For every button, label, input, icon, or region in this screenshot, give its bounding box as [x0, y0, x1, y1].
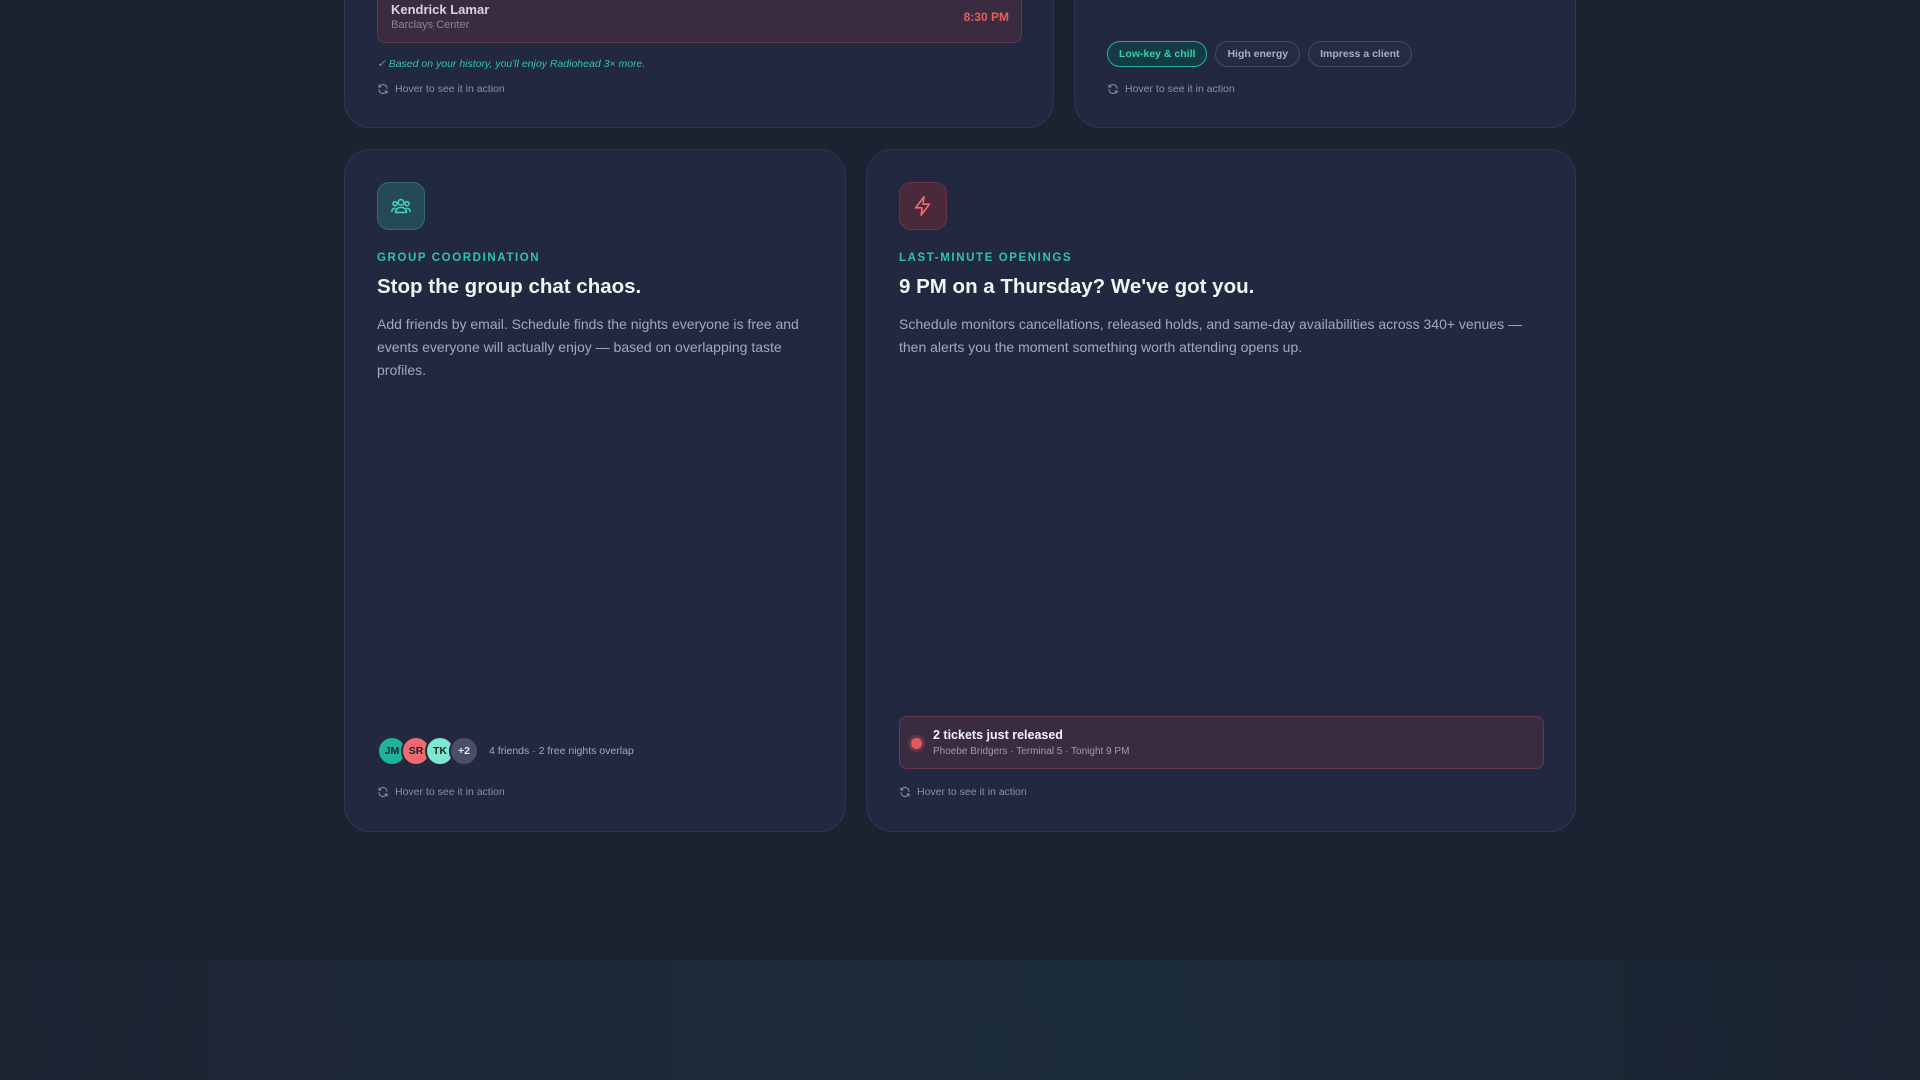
taste-card: Kendrick Lamar Barclays Center 8:30 PM ✓…: [344, 0, 1054, 128]
bottom-band: [0, 960, 1920, 1080]
lightning-icon-box: [899, 182, 947, 230]
card-kicker: GROUP COORDINATION: [377, 252, 541, 264]
lightning-icon: [914, 196, 931, 216]
event-name: Kendrick Lamar: [391, 2, 490, 17]
friend-avatars: JM SR TK +2 4 friends · 2 free nights ov…: [377, 736, 634, 766]
card-body: Schedule monitors cancellations, release…: [899, 313, 1522, 359]
recommendation-note: ✓ Based on your history, you'll enjoy Ra…: [377, 58, 646, 70]
refresh-icon: [900, 787, 910, 797]
group-icon-box: [377, 182, 425, 230]
hover-hint: Hover to see it in action: [377, 83, 505, 95]
ticket-alert[interactable]: 2 tickets just released Phoebe Bridgers …: [899, 716, 1544, 769]
mood-chip-row: Low-key & chill High energy Impress a cl…: [1107, 41, 1412, 67]
alert-subtitle: Phoebe Bridgers · Terminal 5 · Tonight 9…: [933, 746, 1130, 757]
card-headline: 9 PM on a Thursday? We've got you.: [899, 275, 1255, 298]
card-kicker: LAST-MINUTE OPENINGS: [899, 252, 1073, 264]
card-body-line: Add friends by email. Schedule finds the…: [377, 316, 799, 332]
overlap-summary: 4 friends · 2 free nights overlap: [489, 745, 634, 757]
chip-low-key[interactable]: Low-key & chill: [1107, 41, 1208, 67]
mood-card: Low-key & chill High energy Impress a cl…: [1074, 0, 1576, 128]
more-friends-avatar[interactable]: +2: [449, 736, 479, 766]
hover-hint: Hover to see it in action: [1107, 83, 1235, 95]
hover-hint: Hover to see it in action: [899, 786, 1027, 798]
group-coordination-card: GROUP COORDINATION Stop the group chat c…: [344, 149, 846, 832]
card-body-line: profiles.: [377, 362, 427, 378]
hover-hint-label: Hover to see it in action: [917, 786, 1027, 798]
chip-impress-client[interactable]: Impress a client: [1308, 41, 1412, 67]
hover-hint: Hover to see it in action: [377, 786, 505, 798]
refresh-icon: [378, 84, 388, 94]
chip-high-energy[interactable]: High energy: [1215, 41, 1301, 67]
page: Kendrick Lamar Barclays Center 8:30 PM ✓…: [0, 0, 1920, 1080]
event-time: 8:30 PM: [963, 10, 1009, 24]
alert-title: 2 tickets just released: [933, 728, 1063, 742]
refresh-icon: [1108, 84, 1118, 94]
hover-hint-label: Hover to see it in action: [395, 83, 505, 95]
event-row[interactable]: Kendrick Lamar Barclays Center 8:30 PM: [377, 0, 1022, 43]
refresh-icon: [378, 787, 388, 797]
card-body: Add friends by email. Schedule finds the…: [377, 313, 799, 382]
group-icon: [391, 198, 411, 214]
card-body-line: events everyone will actually enjoy — ba…: [377, 339, 782, 355]
event-venue: Barclays Center: [391, 19, 470, 31]
hover-hint-label: Hover to see it in action: [1125, 83, 1235, 95]
card-body-line: Schedule monitors cancellations, release…: [899, 316, 1522, 332]
alert-dot-icon: [911, 738, 922, 749]
card-headline: Stop the group chat chaos.: [377, 275, 642, 298]
last-minute-card: LAST-MINUTE OPENINGS 9 PM on a Thursday?…: [866, 149, 1576, 832]
hover-hint-label: Hover to see it in action: [395, 786, 505, 798]
card-body-line: then alerts you the moment something wor…: [899, 339, 1303, 355]
